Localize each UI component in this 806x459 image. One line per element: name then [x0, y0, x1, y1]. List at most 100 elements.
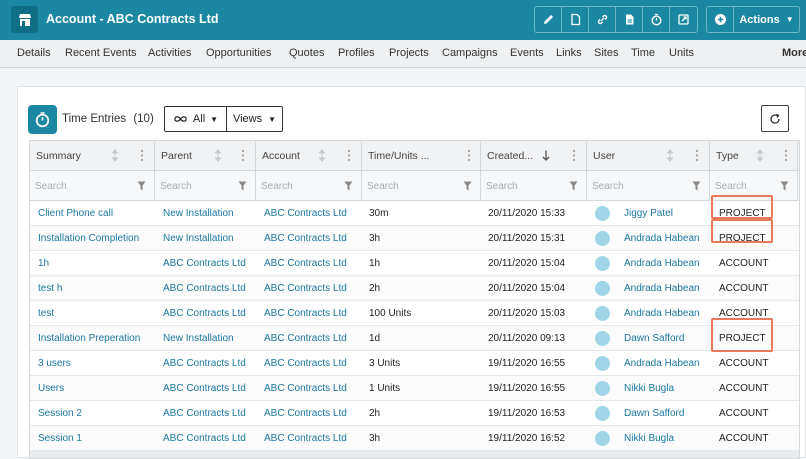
column-menu-icon[interactable]	[467, 149, 471, 162]
column-menu-icon[interactable]	[140, 149, 144, 162]
actions-menu[interactable]: Actions ▼	[706, 6, 800, 33]
table-row[interactable]: Client Phone call New Installation ABC C…	[30, 201, 799, 226]
sort-icon[interactable]	[317, 149, 327, 162]
account-link[interactable]: ABC Contracts Ltd	[264, 233, 347, 244]
link-button[interactable]	[589, 7, 616, 32]
tab-recent-events[interactable]: Recent Events	[65, 47, 137, 59]
sort-icon[interactable]	[755, 149, 765, 162]
search-user-field[interactable]: Search	[587, 171, 710, 200]
parent-link[interactable]: New Installation	[163, 208, 234, 219]
account-link[interactable]: ABC Contracts Ltd	[264, 258, 347, 269]
filter-icon[interactable]	[780, 181, 789, 191]
user-link[interactable]: Andrada Habean	[624, 283, 700, 294]
parent-link[interactable]: New Installation	[163, 333, 234, 344]
tab-campaigns[interactable]: Campaigns	[442, 47, 498, 59]
parent-link[interactable]: New Installation	[163, 233, 234, 244]
summary-link[interactable]: 1h	[38, 258, 49, 269]
tab-activities[interactable]: Activities	[148, 47, 191, 59]
user-link[interactable]: Andrada Habean	[624, 308, 700, 319]
parent-link[interactable]: ABC Contracts Ltd	[163, 383, 246, 394]
add-button[interactable]	[707, 7, 734, 32]
sort-descending-icon[interactable]	[541, 149, 551, 162]
column-menu-icon[interactable]	[241, 149, 245, 162]
account-link[interactable]: ABC Contracts Ltd	[264, 358, 347, 369]
column-menu-icon[interactable]	[695, 149, 699, 162]
table-row[interactable]: test ABC Contracts Ltd ABC Contracts Ltd…	[30, 301, 799, 326]
user-link[interactable]: Nikki Bugla	[624, 433, 674, 444]
account-link[interactable]: ABC Contracts Ltd	[264, 408, 347, 419]
account-link[interactable]: ABC Contracts Ltd	[264, 433, 347, 444]
tab-projects[interactable]: Projects	[389, 47, 429, 59]
filter-icon[interactable]	[569, 181, 578, 191]
tab-sites[interactable]: Sites	[594, 47, 618, 59]
tab-quotes[interactable]: Quotes	[289, 47, 324, 59]
table-row[interactable]: test h ABC Contracts Ltd ABC Contracts L…	[30, 276, 799, 301]
parent-link[interactable]: ABC Contracts Ltd	[163, 433, 246, 444]
summary-link[interactable]: Installation Preperation	[38, 333, 140, 344]
column-header-summary[interactable]: Summary	[30, 141, 155, 170]
tab-opportunities[interactable]: Opportunities	[206, 47, 271, 59]
account-link[interactable]: ABC Contracts Ltd	[264, 208, 347, 219]
search-time-field[interactable]: Search	[362, 171, 481, 200]
table-row[interactable]: Session 2 ABC Contracts Ltd ABC Contract…	[30, 401, 799, 426]
summary-link[interactable]: Session 1	[38, 433, 82, 444]
column-header-type[interactable]: Type	[710, 141, 798, 170]
user-link[interactable]: Dawn Safford	[624, 333, 684, 344]
table-row[interactable]: 3 users ABC Contracts Ltd ABC Contracts …	[30, 351, 799, 376]
table-row[interactable]: Users ABC Contracts Ltd ABC Contracts Lt…	[30, 376, 799, 401]
filter-icon[interactable]	[137, 181, 146, 191]
tab-more[interactable]: More	[782, 47, 806, 59]
summary-link[interactable]: Client Phone call	[38, 208, 113, 219]
search-account-field[interactable]: Search	[256, 171, 362, 200]
parent-link[interactable]: ABC Contracts Ltd	[163, 258, 246, 269]
filter-all-dropdown[interactable]: All ▼	[165, 107, 227, 131]
parent-link[interactable]: ABC Contracts Ltd	[163, 308, 246, 319]
table-row[interactable]: 1h ABC Contracts Ltd ABC Contracts Ltd 1…	[30, 251, 799, 276]
tab-profiles[interactable]: Profiles	[338, 47, 375, 59]
open-external-button[interactable]	[670, 7, 697, 32]
tab-details[interactable]: Details	[17, 47, 51, 59]
file-button[interactable]	[616, 7, 643, 32]
column-menu-icon[interactable]	[572, 149, 576, 162]
tab-events[interactable]: Events	[510, 47, 544, 59]
account-link[interactable]: ABC Contracts Ltd	[264, 383, 347, 394]
parent-link[interactable]: ABC Contracts Ltd	[163, 283, 246, 294]
sort-icon[interactable]	[213, 149, 223, 162]
user-link[interactable]: Andrada Habean	[624, 258, 700, 269]
column-header-user[interactable]: User	[587, 141, 710, 170]
column-header-parent[interactable]: Parent	[155, 141, 256, 170]
refresh-button[interactable]	[761, 105, 789, 132]
user-link[interactable]: Dawn Safford	[624, 408, 684, 419]
search-summary-field[interactable]: Search	[30, 171, 155, 200]
account-link[interactable]: ABC Contracts Ltd	[264, 333, 347, 344]
user-link[interactable]: Andrada Habean	[624, 358, 700, 369]
user-link[interactable]: Nikki Bugla	[624, 383, 674, 394]
summary-link[interactable]: 3 users	[38, 358, 71, 369]
column-menu-icon[interactable]	[784, 149, 788, 162]
column-header-account[interactable]: Account	[256, 141, 362, 170]
summary-link[interactable]: test h	[38, 283, 62, 294]
actions-dropdown[interactable]: Actions ▼	[734, 7, 799, 32]
table-row[interactable]: Installation Preperation New Installatio…	[30, 326, 799, 351]
filter-icon[interactable]	[238, 181, 247, 191]
column-menu-icon[interactable]	[347, 149, 351, 162]
tab-units[interactable]: Units	[669, 47, 694, 59]
timer-button[interactable]	[643, 7, 670, 32]
filter-icon[interactable]	[344, 181, 353, 191]
filter-icon[interactable]	[692, 181, 701, 191]
filter-icon[interactable]	[463, 181, 472, 191]
account-link[interactable]: ABC Contracts Ltd	[264, 308, 347, 319]
table-row[interactable]: Session 1 ABC Contracts Ltd ABC Contract…	[30, 426, 799, 451]
parent-link[interactable]: ABC Contracts Ltd	[163, 358, 246, 369]
parent-link[interactable]: ABC Contracts Ltd	[163, 408, 246, 419]
sort-icon[interactable]	[665, 149, 675, 162]
user-link[interactable]: Andrada Habean	[624, 233, 700, 244]
column-header-created[interactable]: Created...	[481, 141, 587, 170]
note-button[interactable]	[562, 7, 589, 32]
tab-time[interactable]: Time	[631, 47, 655, 59]
summary-link[interactable]: Installation Completion	[38, 233, 139, 244]
column-header-time-units[interactable]: Time/Units ...	[362, 141, 481, 170]
user-link[interactable]: Jiggy Patel	[624, 208, 673, 219]
summary-link[interactable]: Session 2	[38, 408, 82, 419]
sort-icon[interactable]	[110, 149, 120, 162]
